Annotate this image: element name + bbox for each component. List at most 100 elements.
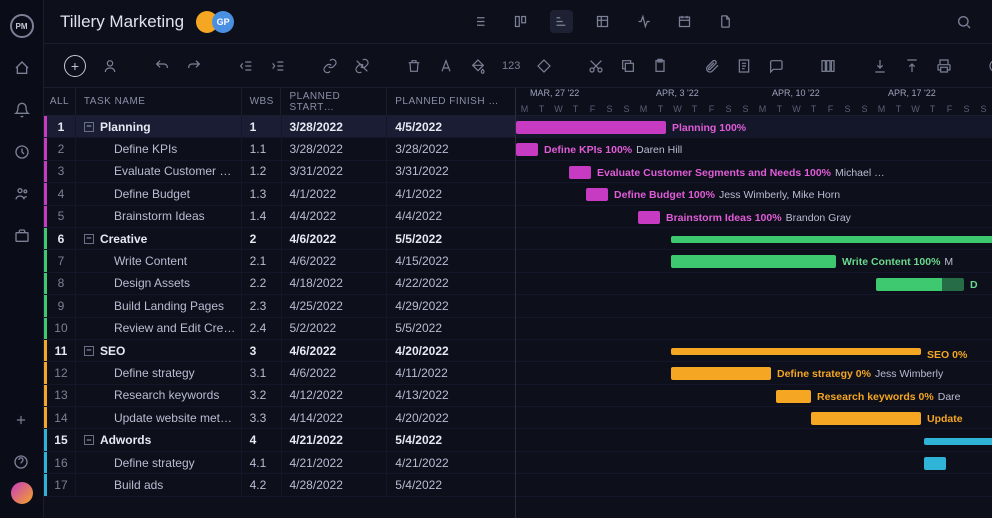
import-icon[interactable]: [866, 54, 894, 78]
project-title: Tillery Marketing: [60, 12, 184, 32]
attachment-icon[interactable]: [698, 54, 726, 78]
view-calendar-icon[interactable]: [673, 10, 696, 33]
gantt-bar[interactable]: Update: [811, 412, 921, 425]
notes-icon[interactable]: [730, 54, 758, 78]
task-row[interactable]: 10Review and Edit Cre…2.45/2/20225/5/202…: [44, 318, 515, 340]
task-row[interactable]: 1−Planning13/28/20224/5/2022: [44, 116, 515, 138]
briefcase-icon[interactable]: [12, 226, 32, 246]
print-icon[interactable]: [930, 54, 958, 78]
task-row[interactable]: 13Research keywords3.24/12/20224/13/2022: [44, 385, 515, 407]
task-row[interactable]: 17Build ads4.24/28/20225/4/2022: [44, 474, 515, 496]
gantt-bar[interactable]: D: [876, 278, 964, 291]
search-icon[interactable]: [952, 10, 976, 34]
gantt-bar[interactable]: Define strategy 0%Jess Wimberly: [671, 367, 771, 380]
view-gantt-icon[interactable]: [550, 10, 573, 33]
task-row[interactable]: 15−Adwords44/21/20225/4/2022: [44, 429, 515, 451]
task-name: Define strategy: [84, 366, 195, 380]
cut-icon[interactable]: [582, 54, 610, 78]
add-task-button[interactable]: +: [58, 51, 92, 81]
project-members[interactable]: GP: [196, 11, 234, 33]
task-name: Adwords: [100, 433, 151, 447]
export-icon[interactable]: [898, 54, 926, 78]
task-name: Design Assets: [84, 276, 190, 290]
task-name: Review and Edit Cre…: [84, 321, 235, 335]
col-header-all[interactable]: ALL: [44, 88, 76, 115]
columns-icon[interactable]: [814, 54, 842, 78]
view-board-icon[interactable]: [509, 10, 532, 33]
view-list-icon[interactable]: [468, 10, 491, 33]
task-row[interactable]: 16Define strategy4.14/21/20224/21/2022: [44, 452, 515, 474]
priority-icon[interactable]: [530, 54, 558, 78]
col-header-wbs[interactable]: WBS: [242, 88, 282, 115]
task-row[interactable]: 4Define Budget1.34/1/20224/1/2022: [44, 183, 515, 205]
team-icon[interactable]: [12, 184, 32, 204]
task-row[interactable]: 11−SEO34/6/20224/20/2022: [44, 340, 515, 362]
gantt-bar[interactable]: Write Content 100%M: [671, 255, 836, 268]
task-grid: ALL TASK NAME WBS PLANNED START… PLANNED…: [44, 88, 516, 518]
task-name: Write Content: [84, 254, 187, 268]
delete-icon[interactable]: [400, 54, 428, 78]
view-sheet-icon[interactable]: [591, 10, 614, 33]
add-icon[interactable]: [11, 410, 31, 430]
comments-icon[interactable]: [762, 54, 790, 78]
recent-icon[interactable]: [12, 142, 32, 162]
redo-icon[interactable]: [180, 54, 208, 78]
percent-complete-icon[interactable]: 123: [496, 56, 526, 76]
col-header-task[interactable]: TASK NAME: [76, 88, 242, 115]
task-name: Define Budget: [84, 187, 190, 201]
task-name: Evaluate Customer …: [84, 164, 231, 178]
col-header-start[interactable]: PLANNED START…: [281, 88, 387, 115]
info-icon[interactable]: [982, 54, 992, 78]
notifications-icon[interactable]: [12, 100, 32, 120]
format-text-icon[interactable]: [432, 54, 460, 78]
left-sidebar: PM: [0, 0, 44, 518]
task-name: Define strategy: [84, 456, 195, 470]
task-row[interactable]: 6−Creative24/6/20225/5/2022: [44, 228, 515, 250]
view-activity-icon[interactable]: [632, 10, 655, 33]
task-row[interactable]: 14Update website met…3.34/14/20224/20/20…: [44, 407, 515, 429]
collapse-icon[interactable]: −: [84, 346, 94, 356]
task-row[interactable]: 3Evaluate Customer …1.23/31/20223/31/202…: [44, 161, 515, 183]
avatar[interactable]: GP: [212, 11, 234, 33]
collapse-icon[interactable]: −: [84, 435, 94, 445]
gantt-bar[interactable]: Define Budget 100%Jess Wimberly, Mike Ho…: [586, 188, 608, 201]
gantt-bar[interactable]: [924, 438, 992, 445]
assign-icon[interactable]: [96, 54, 124, 78]
collapse-icon[interactable]: −: [84, 122, 94, 132]
paste-icon[interactable]: [646, 54, 674, 78]
collapse-icon[interactable]: −: [84, 234, 94, 244]
user-avatar[interactable]: [11, 482, 33, 504]
gantt-bar[interactable]: Research keywords 0%Dare: [776, 390, 811, 403]
indent-icon[interactable]: [264, 54, 292, 78]
outdent-icon[interactable]: [232, 54, 260, 78]
app-logo[interactable]: PM: [10, 14, 34, 38]
task-row[interactable]: 12Define strategy3.14/6/20224/11/2022: [44, 362, 515, 384]
gantt-bar[interactable]: Evaluate Customer Segments and Needs 100…: [569, 166, 591, 179]
gantt-bar[interactable]: Planning 100%: [516, 121, 666, 134]
undo-icon[interactable]: [148, 54, 176, 78]
fill-color-icon[interactable]: [464, 54, 492, 78]
task-name: Build ads: [84, 478, 163, 492]
gantt-bar[interactable]: SEO 0%: [671, 348, 921, 355]
task-row[interactable]: 9Build Landing Pages2.34/25/20224/29/202…: [44, 295, 515, 317]
copy-icon[interactable]: [614, 54, 642, 78]
gantt-bar[interactable]: Brainstorm Ideas 100%Brandon Gray: [638, 211, 660, 224]
help-icon[interactable]: [11, 452, 31, 472]
task-name: Research keywords: [84, 388, 219, 402]
gantt-bar[interactable]: [924, 457, 946, 470]
task-row[interactable]: 7Write Content2.14/6/20224/15/2022: [44, 250, 515, 272]
task-row[interactable]: 8Design Assets2.24/18/20224/22/2022: [44, 273, 515, 295]
view-files-icon[interactable]: [714, 10, 737, 33]
task-name: Brainstorm Ideas: [84, 209, 205, 223]
link-icon[interactable]: [316, 54, 344, 78]
gantt-bar[interactable]: [671, 236, 992, 243]
task-row[interactable]: 2Define KPIs1.13/28/20223/28/2022: [44, 138, 515, 160]
col-header-finish[interactable]: PLANNED FINISH …: [387, 88, 515, 115]
gantt-bar[interactable]: Define KPIs 100%Daren Hill: [516, 143, 538, 156]
gantt-chart[interactable]: MAR, 27 '22APR, 3 '22APR, 10 '22APR, 17 …: [516, 88, 992, 518]
task-name: Define KPIs: [84, 142, 177, 156]
task-name: Build Landing Pages: [84, 299, 224, 313]
unlink-icon[interactable]: [348, 54, 376, 78]
home-icon[interactable]: [12, 58, 32, 78]
task-row[interactable]: 5Brainstorm Ideas1.44/4/20224/4/2022: [44, 206, 515, 228]
